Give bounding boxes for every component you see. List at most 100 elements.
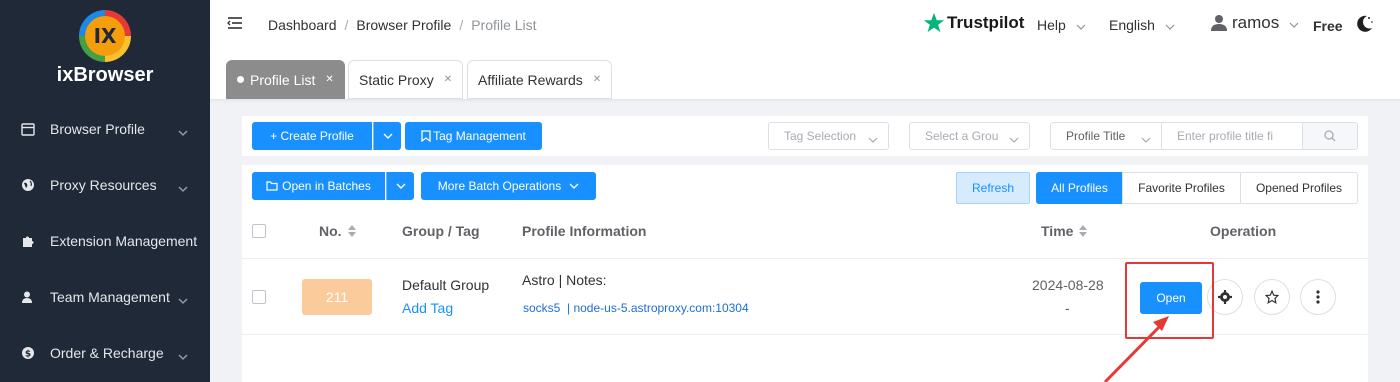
sidebar-item-label: Team Management <box>50 289 170 305</box>
sidebar-item-label: Proxy Resources <box>50 177 157 193</box>
filter-all-profiles[interactable]: All Profiles <box>1036 172 1123 204</box>
dark-mode-toggle-icon[interactable] <box>1353 13 1375 38</box>
sort-icon[interactable] <box>1079 225 1088 237</box>
folder-open-icon <box>266 181 278 191</box>
sidebar-item-order-recharge[interactable]: $ Order & Recharge <box>0 325 210 381</box>
bookmark-icon <box>421 130 431 142</box>
chevron-down-icon <box>1141 132 1151 146</box>
help-label: Help <box>1037 17 1066 33</box>
user-menu[interactable]: ramos <box>1210 13 1299 33</box>
chevron-down-icon <box>178 179 188 195</box>
search-button[interactable] <box>1302 122 1358 150</box>
chevron-down-icon <box>178 123 188 139</box>
breadcrumb-item-dashboard[interactable]: Dashboard <box>268 17 337 33</box>
search-field-label: Profile Title <box>1066 129 1126 143</box>
annotation-arrow-icon <box>1103 316 1169 382</box>
chevron-down-icon <box>1289 13 1299 33</box>
column-label: Time <box>1041 223 1074 239</box>
proxy-host[interactable]: | node-us-5.astroproxy.com:10304 <box>567 301 749 315</box>
chevron-down-icon <box>396 183 405 189</box>
search-field-select[interactable]: Profile Title <box>1050 122 1162 150</box>
brand-block: IX ixBrowser <box>0 10 210 87</box>
column-header-profile-info: Profile Information <box>522 223 647 239</box>
tab-affiliate-rewards[interactable]: Affiliate Rewards ✕ <box>467 60 613 99</box>
tab-profile-list[interactable]: Profile List ✕ <box>226 60 345 99</box>
trustpilot-label: Trustpilot <box>947 13 1025 32</box>
language-label: English <box>1109 17 1155 33</box>
more-actions-button[interactable] <box>1300 279 1336 315</box>
breadcrumb-item-browser-profile[interactable]: Browser Profile <box>356 17 451 33</box>
filter-opened-profiles[interactable]: Opened Profiles <box>1240 172 1358 204</box>
select-all-checkbox[interactable] <box>252 224 266 238</box>
tab-label: Profile List <box>250 71 316 88</box>
sidebar-item-extension-management[interactable]: Extension Management <box>0 213 210 269</box>
page-tabs-bar: Profile List ✕ Static Proxy ✕ Affiliate … <box>210 50 1400 100</box>
menu-toggle-icon[interactable] <box>227 16 243 33</box>
sidebar-item-team-management[interactable]: Team Management <box>0 269 210 325</box>
logo-text: IX <box>85 16 125 56</box>
group-name: Default Group <box>402 277 490 293</box>
create-profile-button[interactable]: + Create Profile <box>252 122 372 150</box>
chevron-down-icon <box>1076 17 1086 33</box>
calendar-icon <box>20 121 36 137</box>
column-header-time[interactable]: Time <box>1041 223 1088 239</box>
brand-name: ixBrowser <box>56 64 154 86</box>
svg-text:$: $ <box>25 350 31 360</box>
profile-time: 2024-08-28 <box>1032 277 1104 293</box>
open-in-batches-dropdown[interactable] <box>386 172 414 200</box>
sidebar-item-label: Order & Recharge <box>50 345 164 361</box>
tag-management-button[interactable]: Tag Management <box>405 122 542 150</box>
sidebar: IX ixBrowser Browser Profile Proxy Resou… <box>0 0 210 382</box>
chevron-down-icon <box>1165 17 1175 33</box>
user-icon <box>1211 15 1227 31</box>
column-header-operation: Operation <box>1210 223 1277 239</box>
help-menu[interactable]: Help <box>1037 17 1086 33</box>
proxy-type[interactable]: socks5 <box>523 301 560 315</box>
more-batch-label: More Batch Operations <box>437 179 562 193</box>
select-placeholder: Tag Selection <box>784 129 857 143</box>
search-icon <box>1324 130 1336 142</box>
logo-icon: IX <box>79 10 131 62</box>
column-label: No. <box>319 223 342 239</box>
sidebar-item-proxy-resources[interactable]: Proxy Resources <box>0 157 210 213</box>
top-header: Dashboard / Browser Profile / Profile List T… <box>210 0 1400 50</box>
search-placeholder: Enter profile title fi <box>1177 129 1274 143</box>
close-icon[interactable]: ✕ <box>325 74 333 85</box>
sidebar-item-browser-profile[interactable]: Browser Profile <box>0 101 210 157</box>
puzzle-icon <box>20 233 36 249</box>
plan-badge: Free <box>1313 18 1343 34</box>
select-placeholder: Select a Grou <box>925 129 999 143</box>
open-in-batches-button[interactable]: Open in Batches <box>252 172 385 200</box>
tab-label: Affiliate Rewards <box>478 71 583 88</box>
chevron-down-icon <box>569 183 579 189</box>
favorite-button[interactable] <box>1254 279 1290 315</box>
tab-static-proxy[interactable]: Static Proxy ✕ <box>348 60 464 99</box>
more-batch-operations-button[interactable]: More Batch Operations <box>421 172 596 200</box>
refresh-button[interactable]: Refresh <box>956 172 1030 204</box>
column-header-no[interactable]: No. <box>319 223 356 239</box>
tag-selection-select[interactable]: Tag Selection <box>768 122 889 150</box>
chevron-down-icon <box>1009 132 1019 146</box>
search-input[interactable]: Enter profile title fi <box>1161 122 1303 150</box>
breadcrumb-item-current: Profile List <box>471 17 537 33</box>
sidebar-item-label: Extension Management <box>50 233 198 249</box>
chevron-down-icon <box>178 291 188 307</box>
sidebar-nav: Browser Profile Proxy Resources Extensio… <box>0 101 210 381</box>
add-tag-link[interactable]: Add Tag <box>402 300 453 316</box>
language-select[interactable]: English <box>1109 17 1175 33</box>
chevron-down-icon <box>178 347 188 363</box>
globe-icon <box>20 177 36 193</box>
sort-icon[interactable] <box>347 225 356 237</box>
close-icon[interactable]: ✕ <box>593 74 601 85</box>
close-icon[interactable]: ✕ <box>444 74 452 85</box>
trustpilot-link[interactable]: Trustpilot <box>923 12 1024 34</box>
gear-icon <box>1218 290 1232 304</box>
row-checkbox[interactable] <box>252 290 266 304</box>
create-profile-dropdown[interactable] <box>373 122 401 150</box>
chevron-down-icon <box>383 133 392 139</box>
tag-management-label: Tag Management <box>433 129 526 143</box>
group-select[interactable]: Select a Grou <box>909 122 1030 150</box>
sidebar-item-label: Browser Profile <box>50 121 145 137</box>
username: ramos <box>1232 13 1280 32</box>
filter-favorite-profiles[interactable]: Favorite Profiles <box>1122 172 1241 204</box>
